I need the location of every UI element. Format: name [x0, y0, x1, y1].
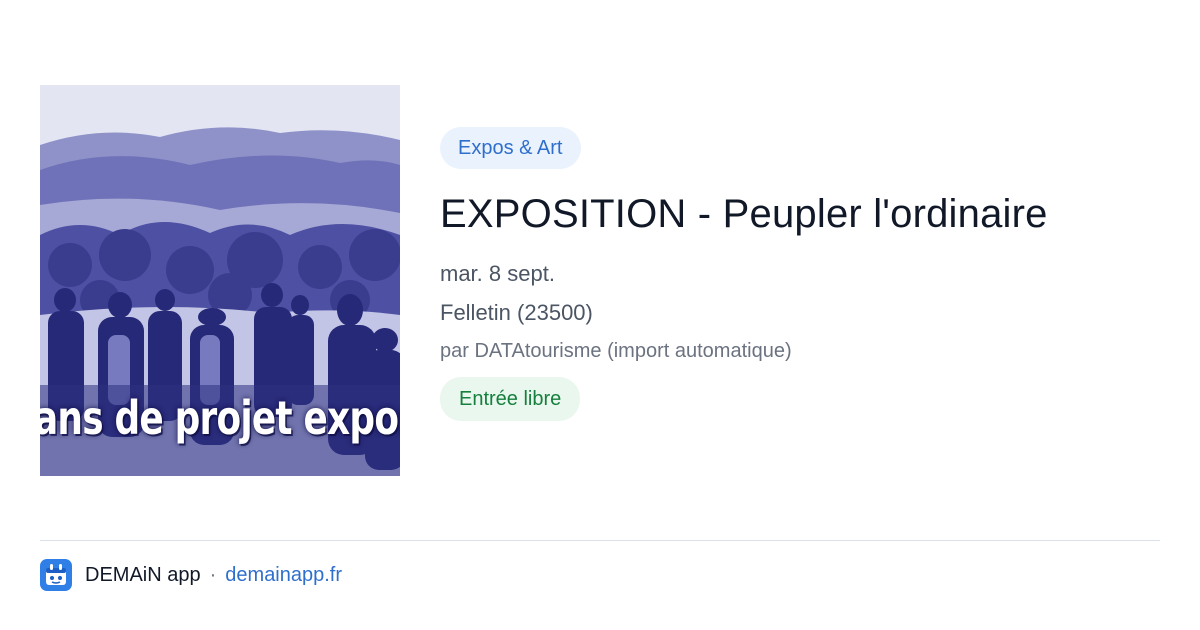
- category-badge[interactable]: Expos & Art: [440, 127, 581, 169]
- event-location: Felletin (23500): [440, 300, 593, 325]
- app-name: DEMAiN app: [85, 563, 201, 586]
- footer: DEMAiN app · demainapp.fr: [40, 559, 342, 591]
- divider: [40, 540, 1160, 541]
- event-image[interactable]: ans de projet expos: [40, 85, 400, 476]
- price-badge: Entrée libre: [440, 377, 581, 421]
- app-logo-icon: [40, 559, 72, 591]
- event-author: par DATAtourisme (import automatique): [440, 340, 792, 362]
- event-details: Expos & Art EXPOSITION - Peupler l'ordin…: [440, 127, 1160, 421]
- event-date: mar. 8 sept.: [440, 261, 555, 286]
- event-title[interactable]: EXPOSITION - Peupler l'ordinaire: [440, 191, 1160, 237]
- image-overlay-text: ans de projet expos: [40, 391, 400, 445]
- footer-separator: ·: [209, 563, 217, 586]
- app-website-link[interactable]: demainapp.fr: [225, 564, 342, 587]
